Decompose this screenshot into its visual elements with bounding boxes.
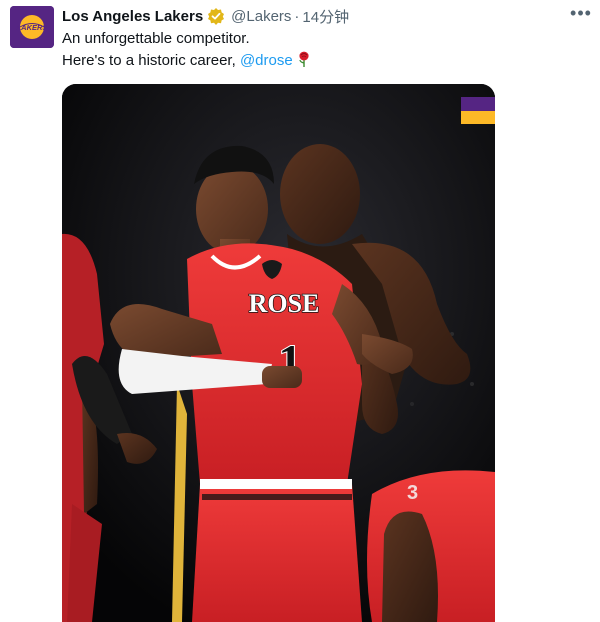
tweet-line-2: Here's to a historic career, @drose <box>62 50 311 72</box>
verified-badge-icon <box>207 7 225 25</box>
right-background-player: 3 <box>367 470 495 622</box>
tweet-header: Los Angeles Lakers @Lakers · 14分钟 <box>62 6 570 26</box>
svg-text:3: 3 <box>407 482 418 504</box>
separator-dot: · <box>294 7 300 25</box>
timestamp[interactable]: 14分钟 <box>302 6 349 27</box>
account-handle[interactable]: @Lakers <box>231 8 291 25</box>
mention-link[interactable]: @drose <box>240 52 293 69</box>
tweet-line-1: An unforgettable competitor. <box>62 30 250 47</box>
tweet-line-2-text: Here's to a historic career, <box>62 52 240 69</box>
tweet-text: An unforgettable competitor. Here's to a… <box>62 28 311 72</box>
account-name[interactable]: Los Angeles Lakers <box>62 8 203 25</box>
avatar-logo-text: LAKERS <box>17 23 48 32</box>
jersey-name: ROSE <box>249 289 320 318</box>
lakers-avatar[interactable]: LAKERS <box>10 6 54 48</box>
rose-emoji-icon <box>297 51 311 67</box>
more-options-icon[interactable]: ••• <box>570 4 592 24</box>
tweet-photo[interactable]: 3 ROSE 1 <box>62 84 495 622</box>
lakers-colors-badge <box>461 97 495 124</box>
